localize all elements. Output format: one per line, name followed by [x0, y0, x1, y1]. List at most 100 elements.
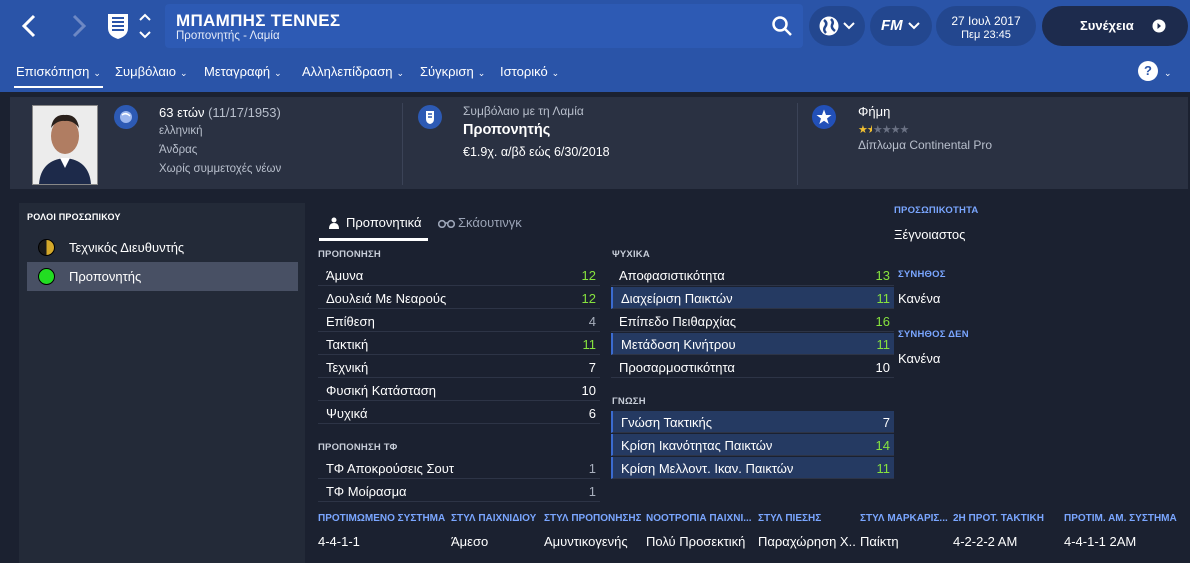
- attribute-name: Άμυνα: [326, 268, 364, 283]
- chevron-down-icon: [908, 22, 920, 30]
- tab-label: Ιστορικό: [500, 64, 548, 79]
- attribute-row[interactable]: Επίπεδο Πειθαρχίας 16: [611, 310, 894, 332]
- divider: [797, 103, 798, 185]
- info-strip: 63 ετών (11/17/1953) ελληνική Άνδρας Χωρ…: [10, 97, 1188, 189]
- attribute-row[interactable]: Δουλειά Με Νεαρούς 12: [318, 287, 600, 309]
- attribute-value: 10: [581, 383, 596, 398]
- back-button[interactable]: [12, 10, 48, 42]
- attribute-name: Τακτική: [326, 337, 369, 352]
- attribute-name: Δουλειά Με Νεαρούς: [326, 291, 447, 306]
- role-label: Τεχνικός Διευθυντής: [69, 240, 185, 255]
- attribute-name: Αποφασιστικότητα: [619, 268, 725, 283]
- subtab-scouting[interactable]: Σκάουτινγκ: [438, 215, 522, 230]
- attribute-name: ΤΦ Μοίρασμα: [326, 484, 407, 499]
- date-display[interactable]: 27 Ιουλ 2017 Πεμ 23:45: [936, 6, 1036, 46]
- dislikes-value: Κανένα: [898, 351, 941, 366]
- role-indicator-icon: [38, 239, 55, 256]
- attribute-value: 7: [588, 360, 596, 375]
- fm-menu-button[interactable]: FM: [870, 6, 932, 46]
- attribute-value: 4: [588, 314, 596, 329]
- chevron-up-down-icon: [139, 13, 151, 39]
- current-date: 27 Ιουλ 2017: [951, 14, 1021, 28]
- attribute-row[interactable]: Τακτική 11: [318, 333, 600, 355]
- tab-label: Σύγκριση: [420, 64, 474, 79]
- club-crest-icon[interactable]: [106, 12, 130, 40]
- likes-value: Κανένα: [898, 291, 941, 306]
- chevron-down-icon: ⌄: [477, 68, 486, 78]
- binoculars-icon: [438, 219, 455, 228]
- tab-contract[interactable]: Συμβόλαιο ⌄: [115, 64, 188, 79]
- attribute-name: Επίπεδο Πειθαρχίας: [619, 314, 737, 329]
- pref-header: ΣΤΥΛ ΠΙΕΣΗΣ: [758, 513, 822, 524]
- attribute-row[interactable]: Κρίση Ικανότητας Παικτών 14: [611, 434, 894, 456]
- training-section-title: ΠΡΟΠΟΝΗΣΗ: [318, 249, 381, 260]
- attribute-row[interactable]: Φυσική Κατάσταση 10: [318, 379, 600, 401]
- continue-button[interactable]: Συνέχεια: [1042, 6, 1188, 46]
- attribute-value: 12: [581, 291, 596, 306]
- tab-interaction[interactable]: Αλληλεπίδραση ⌄: [302, 64, 404, 79]
- fame-stars: ★★★★★★: [858, 124, 909, 136]
- record-navigator[interactable]: [137, 10, 153, 42]
- pref-value: 4-4-1-1: [318, 534, 360, 549]
- pref-header: ΣΤΥΛ ΜΑΡΚΑΡΙΣ...: [860, 513, 948, 524]
- attribute-row[interactable]: ΤΦ Μοίρασμα 1: [318, 480, 600, 502]
- attribute-row[interactable]: Διαχείριση Παικτών 11: [611, 287, 894, 309]
- attribute-value: 11: [876, 461, 891, 476]
- title-box: ΜΠΑΜΠΗΣ ΤΕΝΝΕΣ Προπονητής - Λαμία: [165, 4, 803, 48]
- attribute-row[interactable]: Αποφασιστικότητα 13: [611, 264, 894, 286]
- world-menu-button[interactable]: [809, 6, 865, 46]
- fm-logo: FM: [881, 17, 903, 34]
- personality-title: ΠΡΟΣΩΠΙΚΟΤΗΤΑ: [894, 205, 979, 216]
- attribute-row[interactable]: ΤΦ Αποκρούσεις Σουτ 1: [318, 457, 600, 479]
- tab-label: Αλληλεπίδραση: [302, 64, 393, 79]
- attribute-row[interactable]: Ψυχικά 6: [318, 402, 600, 424]
- attribute-name: Διαχείριση Παικτών: [621, 291, 733, 306]
- contract-header[interactable]: Συμβόλαιο με τη Λαμία: [463, 104, 584, 118]
- attribute-row[interactable]: Γνώση Τακτικής 7: [611, 411, 894, 433]
- pref-value: Άμεσο: [451, 534, 489, 549]
- tab-overview[interactable]: Επισκόπηση ⌄: [14, 64, 103, 88]
- attribute-name: Μετάδοση Κινήτρου: [621, 337, 736, 352]
- pref-value: 4-4-1-1 2AM: [1064, 534, 1137, 549]
- attribute-value: 7: [882, 415, 890, 430]
- chevron-down-icon: ⌄: [93, 68, 101, 78]
- tab-history[interactable]: Ιστορικό ⌄: [500, 64, 559, 79]
- attribute-name: Τεχνική: [326, 360, 369, 375]
- role-label: Προπονητής: [69, 269, 142, 284]
- attribute-row[interactable]: Επίθεση 4: [318, 310, 600, 332]
- attribute-row[interactable]: Κρίση Μελλοντ. Ικαν. Παικτών 11: [611, 457, 894, 479]
- role-item-coach[interactable]: Προπονητής: [27, 262, 298, 291]
- subtab-coaching[interactable]: Προπονητικά: [327, 215, 421, 230]
- tab-transfer[interactable]: Μεταγραφή ⌄: [204, 64, 282, 79]
- staff-photo: [32, 105, 98, 185]
- forward-button[interactable]: [60, 10, 96, 42]
- subtab-label: Προπονητικά: [346, 215, 422, 230]
- pref-header: ΣΤΥΛ ΠΑΙΧΝΙΔΙΟΥ: [451, 513, 537, 524]
- chevron-down-icon: ⌄: [274, 68, 282, 78]
- contract-icon: [418, 105, 442, 129]
- role-item-technical-director[interactable]: Τεχνικός Διευθυντής: [27, 233, 298, 262]
- attribute-name: Επίθεση: [326, 314, 375, 329]
- attribute-row[interactable]: Προσαρμοστικότητα 10: [611, 356, 894, 378]
- likes-title: ΣΥΝΗΘΟΣ: [898, 269, 946, 280]
- tab-compare[interactable]: Σύγκριση ⌄: [420, 64, 485, 79]
- dob-text: (11/17/1953): [208, 105, 281, 120]
- pref-header: ΣΤΥΛ ΠΡΟΠΟΝΗΣΗΣ: [544, 513, 641, 524]
- pref-header: ΝΟΟΤΡΟΠΙΑ ΠΑΙΧΝΙ...: [646, 513, 751, 524]
- nationality-text[interactable]: ελληνική: [159, 125, 202, 137]
- chevron-down-icon: ⌄: [551, 68, 560, 78]
- divider: [402, 103, 403, 185]
- pref-header: ΠΡΟΤΙΜ. ΑΜ. ΣΥΣΤΗΜΑ: [1064, 513, 1177, 524]
- chevron-down-icon[interactable]: ⌄: [1164, 68, 1172, 79]
- help-button[interactable]: ?: [1138, 61, 1158, 81]
- search-icon[interactable]: [771, 15, 793, 37]
- globe-icon: [819, 16, 839, 36]
- page-subtitle[interactable]: Προπονητής - Λαμία: [176, 30, 280, 42]
- attribute-row[interactable]: Άμυνα 12: [318, 264, 600, 286]
- attribute-row[interactable]: Τεχνική 7: [318, 356, 600, 378]
- gk-section-title: ΠΡΟΠΟΝΗΣΗ ΤΦ: [318, 442, 398, 453]
- pref-value: 4-2-2-2 AM: [953, 534, 1018, 549]
- attribute-row[interactable]: Μετάδοση Κινήτρου 11: [611, 333, 894, 355]
- attribute-name: Προσαρμοστικότητα: [619, 360, 735, 375]
- whistle-icon: [329, 217, 339, 229]
